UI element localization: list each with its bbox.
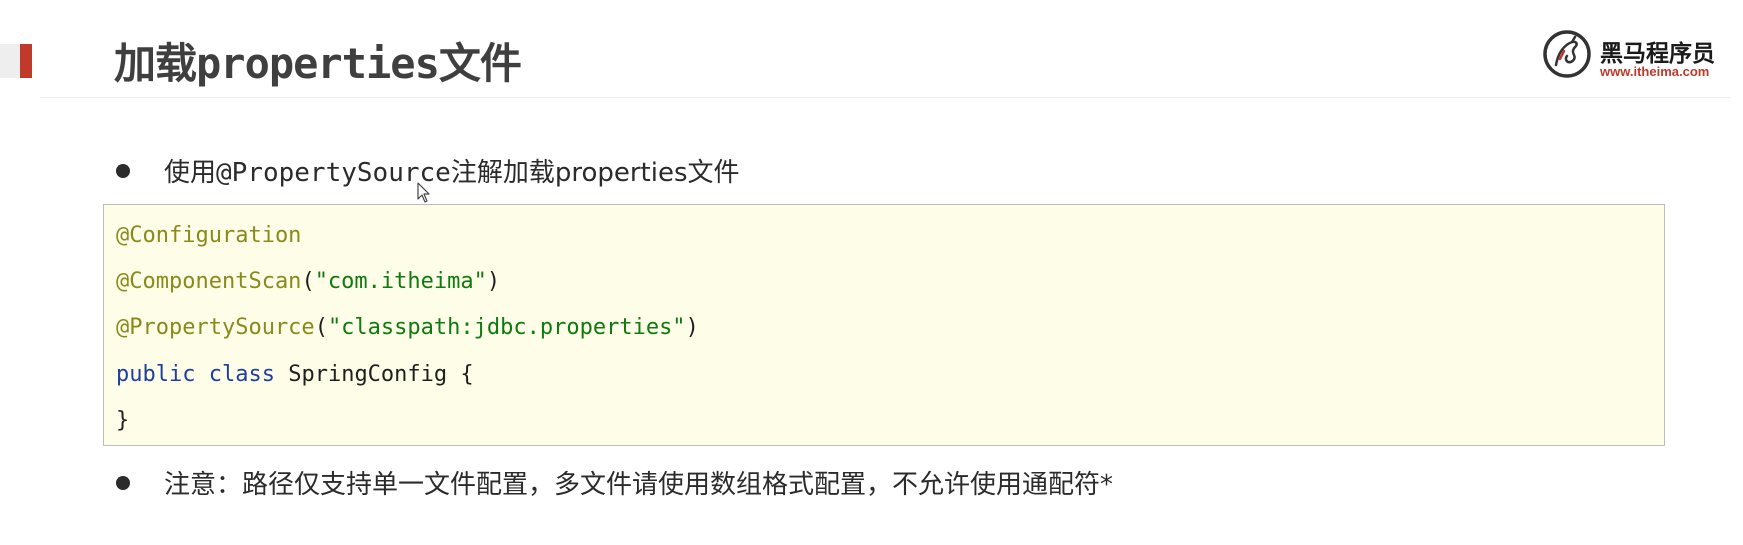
mouse-pointer-icon xyxy=(417,182,430,203)
code-keyword-public: public xyxy=(116,362,196,387)
bullet-1-suffix: 注解加载properties文件 xyxy=(450,158,740,188)
bullet-1-prefix: 使用 xyxy=(164,158,217,188)
code-line-3: @PropertySource("classpath:jdbc.properti… xyxy=(116,315,699,340)
code-block: @Configuration @ComponentScan("com.ithei… xyxy=(103,204,1665,446)
horse-logo-icon xyxy=(1543,30,1591,78)
code-line-2: @ComponentScan("com.itheima") xyxy=(116,269,500,294)
bullet-dot xyxy=(116,475,130,490)
header-divider xyxy=(40,97,1730,98)
code-paren-open: ( xyxy=(301,269,315,294)
left-edge-tab xyxy=(0,44,20,78)
code-annotation: @ComponentScan xyxy=(116,269,302,294)
code-line-5: } xyxy=(116,408,129,433)
code-paren-close: ) xyxy=(486,269,501,294)
title-accent-bar xyxy=(20,44,32,78)
code-paren-close: ) xyxy=(685,315,699,340)
brand-logo: 黑马程序员 www.itheima.com xyxy=(1538,26,1728,84)
code-closing-brace: } xyxy=(116,408,130,433)
bullet-2-text: 注意：路径仅支持单一文件配置，多文件请使用数组格式配置，不允许使用通配符* xyxy=(164,470,1114,500)
code-annotation: @Configuration xyxy=(116,223,302,248)
code-string: "classpath:jdbc.properties" xyxy=(327,315,686,340)
code-annotation: @PropertySource xyxy=(116,315,315,340)
brand-url: www.itheima.com xyxy=(1600,64,1710,79)
bullet-dot xyxy=(116,163,130,178)
page-title: 加载properties文件 xyxy=(114,39,522,88)
code-line-4: public class SpringConfig { xyxy=(116,362,474,387)
code-paren-open: ( xyxy=(314,315,328,340)
code-line-1: @Configuration xyxy=(116,223,301,248)
code-class-declaration: SpringConfig { xyxy=(274,362,474,387)
code-keyword-class: class xyxy=(208,362,275,387)
bullet-item-note: 注意：路径仅支持单一文件配置，多文件请使用数组格式配置，不允许使用通配符* xyxy=(116,464,1113,501)
code-string: "com.itheima" xyxy=(314,269,487,294)
slide: 加载properties文件 黑马程序员 www.itheima.com 使用@… xyxy=(0,0,1743,545)
brand-name: 黑马程序员 xyxy=(1600,41,1715,67)
bullet-1-code: @PropertySource xyxy=(216,158,451,188)
